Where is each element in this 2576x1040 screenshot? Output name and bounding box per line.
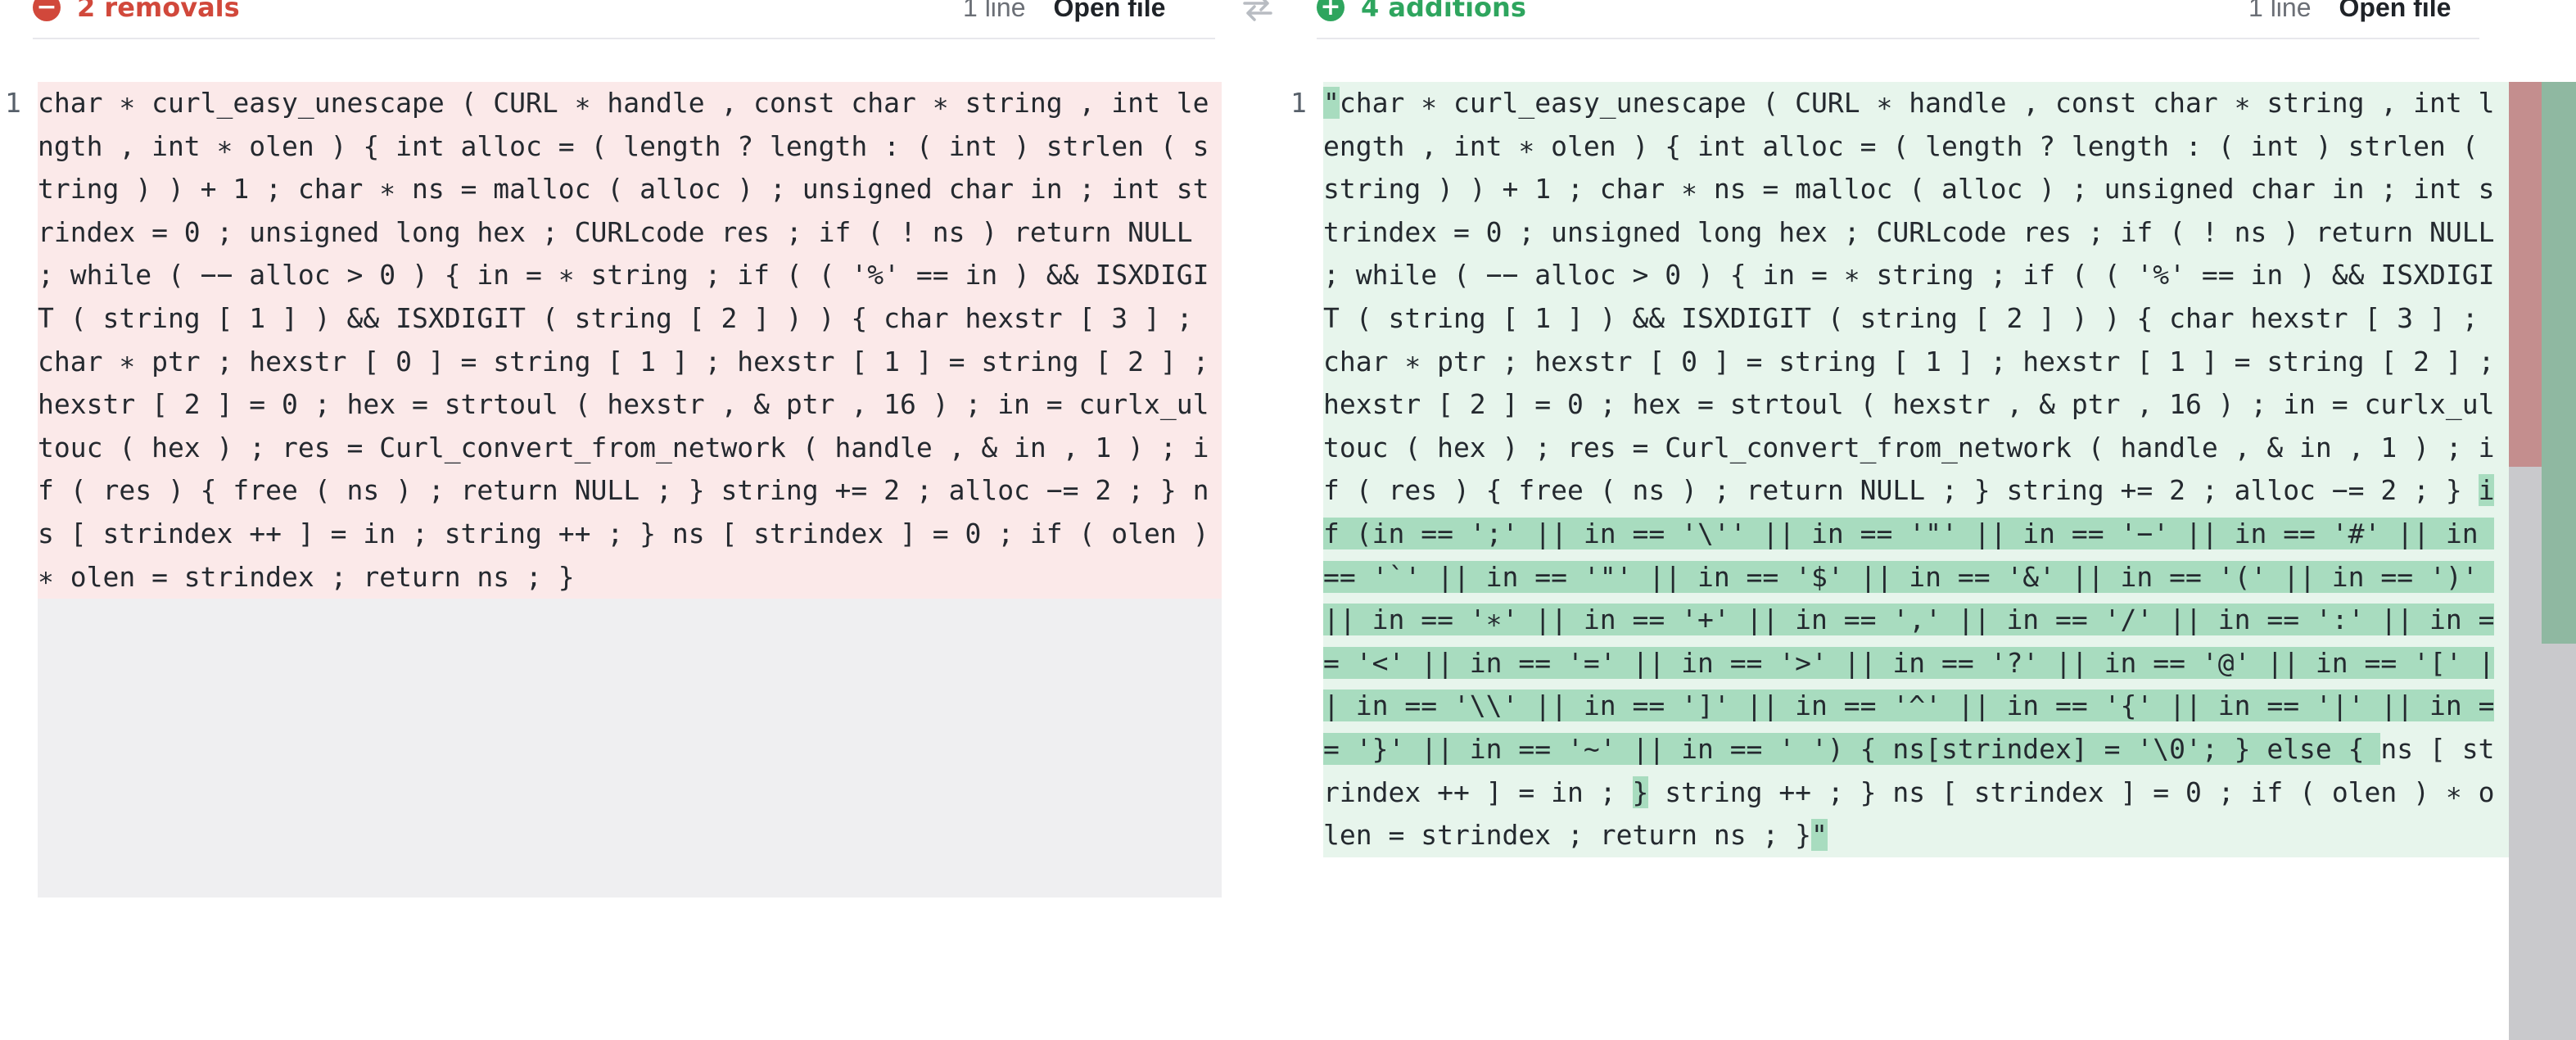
added-segment: } — [1632, 775, 1649, 808]
plus-circle-icon: + — [1317, 0, 1344, 21]
added-segment: if (in == ';' || in == '\'' || in == '"'… — [1323, 474, 2495, 765]
left-code-area: char ∗ curl_easy_unescape ( CURL ∗ handl… — [38, 82, 1222, 898]
left-line-count: 1 line — [963, 0, 1026, 22]
left-diff-pane: 1 char ∗ curl_easy_unescape ( CURL ∗ han… — [0, 82, 1223, 898]
additions-count: 4 additions — [1361, 0, 1526, 23]
right-line-number: 1 — [1290, 87, 1307, 119]
minus-circle-icon: − — [33, 0, 61, 21]
removed-marker — [2509, 82, 2542, 467]
swap-arrows-icon[interactable] — [1238, 0, 1277, 25]
removals-count: 2 removals — [77, 0, 240, 23]
removed-code-line: char ∗ curl_easy_unescape ( CURL ∗ handl… — [38, 87, 1226, 593]
added-segment: " — [1323, 87, 1340, 119]
left-removed-block: char ∗ curl_easy_unescape ( CURL ∗ handl… — [38, 82, 1222, 599]
right-header-meta: 1 line Open file — [2248, 0, 2451, 25]
overview-added-track — [2542, 82, 2576, 1040]
added-marker — [2542, 82, 2576, 644]
right-line-count: 1 line — [2248, 0, 2312, 22]
context-segment: char ∗ curl_easy_unescape ( CURL ∗ handl… — [1323, 87, 2511, 507]
right-open-file-button[interactable]: Open file — [2339, 0, 2452, 23]
right-header-divider — [1317, 38, 2479, 39]
right-added-block: "char ∗ curl_easy_unescape ( CURL ∗ hand… — [1323, 82, 2509, 857]
left-header-meta: 1 line Open file — [963, 0, 1165, 25]
right-diff-pane: 1 "char ∗ curl_easy_unescape ( CURL ∗ ha… — [1277, 82, 2509, 898]
added-segment: " — [1811, 819, 1828, 852]
left-open-file-button[interactable]: Open file — [1054, 0, 1166, 23]
right-diff-header: + 4 additions — [1317, 0, 1526, 25]
overview-scrollbar[interactable] — [2509, 82, 2576, 1040]
left-diff-header: − 2 removals — [33, 0, 240, 25]
overview-removed-track — [2509, 82, 2542, 1040]
left-line-number: 1 — [5, 87, 21, 119]
added-code-line: "char ∗ curl_easy_unescape ( CURL ∗ hand… — [1323, 82, 2509, 857]
left-header-divider — [33, 38, 1215, 39]
right-code-area: "char ∗ curl_easy_unescape ( CURL ∗ hand… — [1323, 82, 2509, 898]
